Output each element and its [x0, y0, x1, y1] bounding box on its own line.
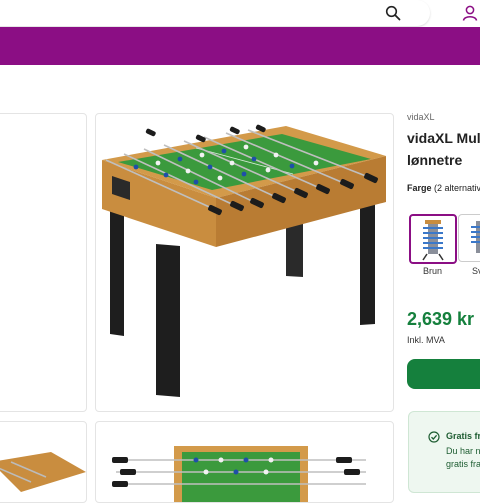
color-count: (2 alternativ [434, 183, 480, 193]
gallery-thumbnail-bottom-left[interactable] [0, 421, 87, 503]
delivery-text: Du har n gratis fra [446, 445, 480, 471]
foosball-table-image [102, 124, 386, 397]
delivery-text-line1: Du har n [446, 446, 480, 456]
product-title-line1: vidaXL Mult [407, 130, 480, 146]
product-title: vidaXL Mult lønnetre [407, 127, 480, 171]
gallery-thumbnail-bottom[interactable] [95, 421, 394, 503]
user-icon[interactable] [461, 4, 479, 22]
product-price: 2,639 kr [407, 309, 475, 329]
variant-thumbnail [422, 220, 444, 261]
variant-label-brun: Brun [423, 266, 443, 276]
product-main-image[interactable] [95, 113, 394, 412]
product-brand[interactable]: vidaXL [407, 112, 435, 122]
delivery-text-line2: gratis fra [446, 459, 480, 469]
search-bar[interactable] [0, 0, 430, 26]
thumbnail-image [0, 452, 86, 492]
delivery-title: Gratis fra [446, 431, 480, 441]
color-label: Farge [407, 183, 432, 193]
top-bar [0, 0, 480, 28]
product-title-line2: lønnetre [407, 152, 463, 168]
variant-label-other: Sv [472, 266, 480, 276]
color-selector-label: Farge (2 alternativ [407, 183, 480, 193]
variant-thumbnail [471, 221, 480, 253]
delivery-info-box: Gratis fra Du har n gratis fra [408, 411, 480, 493]
vat-note: Inkl. MVA [407, 335, 445, 345]
gallery-thumbnail-left[interactable] [0, 113, 87, 412]
add-to-cart-button[interactable] [407, 359, 480, 389]
thumbnail-topview-image [112, 446, 366, 502]
variant-swatch-other[interactable] [458, 214, 480, 262]
category-nav-bar [0, 27, 480, 65]
search-icon[interactable] [385, 5, 401, 21]
check-circle-icon [428, 431, 440, 443]
variant-swatch-brun[interactable] [409, 214, 457, 264]
